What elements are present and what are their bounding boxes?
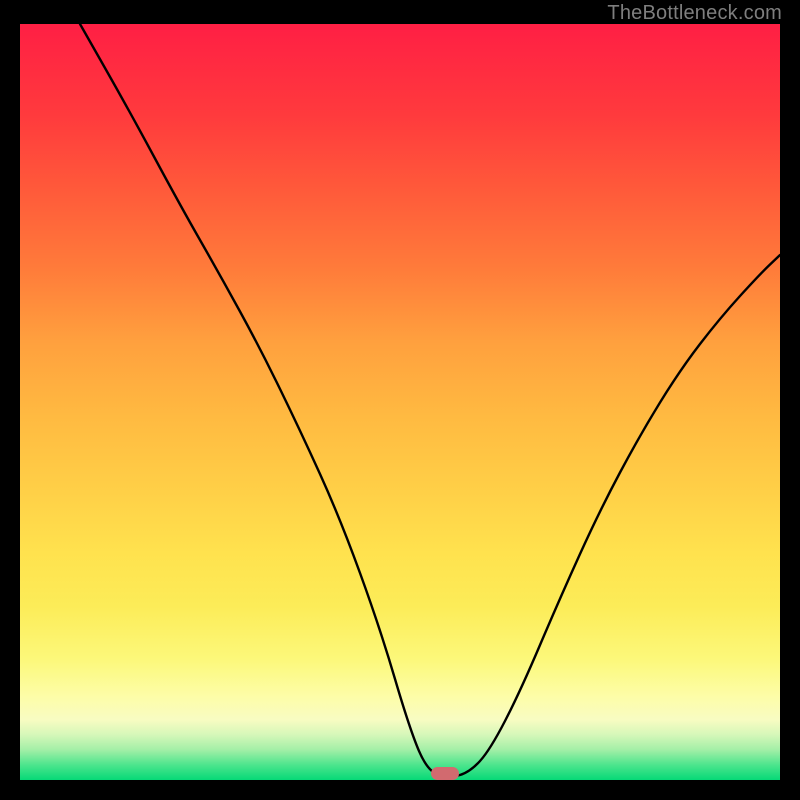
chart-stage: TheBottleneck.com — [0, 0, 800, 800]
bottleneck-marker — [431, 767, 459, 780]
attribution-label: TheBottleneck.com — [607, 2, 782, 25]
bottleneck-curve — [20, 24, 780, 780]
chart-plot-area — [20, 24, 780, 780]
